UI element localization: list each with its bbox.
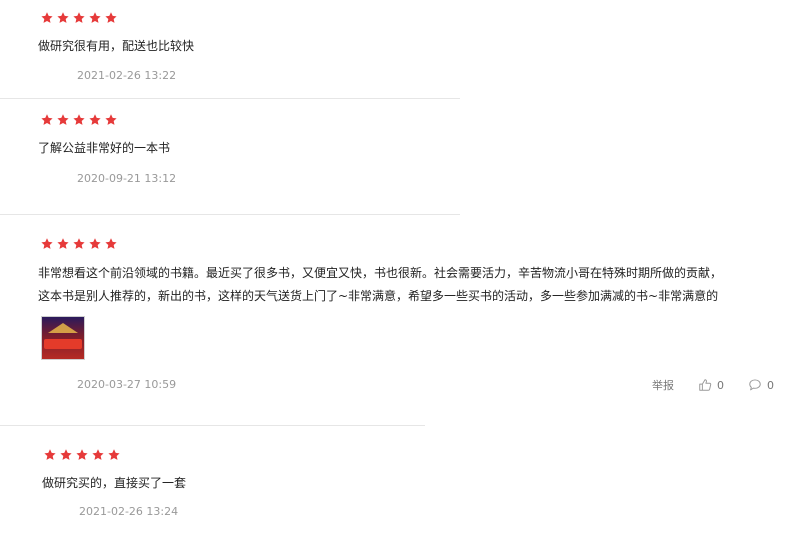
star-icon [59,448,73,462]
review-divider [0,98,460,99]
review-text-line-1: 非常想看这个前沿领域的书籍。最近买了很多书，又便宜又快，书也很新。社会需要活力，… [38,266,723,280]
star-icon [40,237,54,251]
star-icon [72,11,86,25]
comment-button[interactable]: 0 [748,378,774,392]
review-date: 2020-09-21 13:12 [77,172,177,185]
review-actions: 举报 0 0 [652,377,774,393]
star-icon [72,113,86,127]
comment-count: 0 [767,378,774,392]
star-icon [107,448,121,462]
star-icon [88,113,102,127]
review-divider [0,425,425,426]
star-icon [88,11,102,25]
review-date: 2021-02-26 13:24 [79,505,179,518]
report-button[interactable]: 举报 [652,377,674,393]
star-icon [72,237,86,251]
like-count: 0 [717,378,724,392]
star-icon [40,11,54,25]
comment-bubble-icon [748,378,762,392]
review-text: 做研究很有用，配送也比较快 [38,39,195,53]
star-icon [88,237,102,251]
review-text-line-2: 这本书是别人推荐的，新出的书，这样的天气送货上门了~非常满意，希望多一些买书的活… [38,289,719,303]
like-button[interactable]: 0 [698,378,724,392]
star-icon [56,237,70,251]
review-image-thumbnail[interactable] [41,316,85,360]
thumbs-up-icon [698,378,712,392]
star-icon [75,448,89,462]
star-rating [40,237,118,251]
review-text: 做研究买的，直接买了一套 [42,476,187,490]
star-icon [40,113,54,127]
review-text: 了解公益非常好的一本书 [38,141,171,155]
star-icon [104,11,118,25]
star-icon [56,113,70,127]
report-label: 举报 [652,379,674,392]
star-icon [56,11,70,25]
review-date: 2021-02-26 13:22 [77,69,177,82]
star-icon [91,448,105,462]
star-rating [43,448,121,462]
star-icon [104,237,118,251]
star-rating [40,11,118,25]
star-icon [104,113,118,127]
review-divider [0,214,460,215]
review-date: 2020-03-27 10:59 [77,378,177,391]
star-rating [40,113,118,127]
star-icon [43,448,57,462]
